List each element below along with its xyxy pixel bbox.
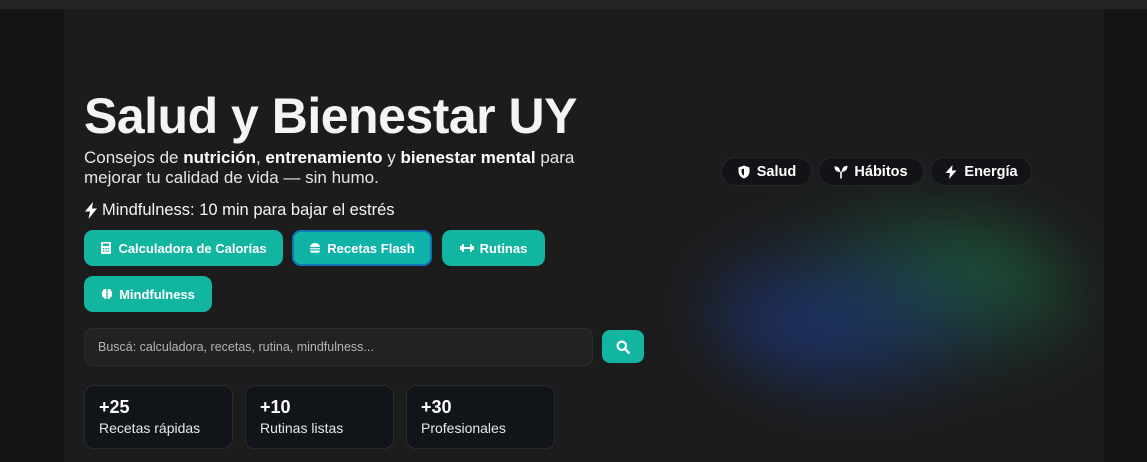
stat-card-professionals: +30 Profesionales [406,385,555,449]
search-button[interactable] [602,330,644,363]
mindfulness-tip: Mindfulness: 10 min para bajar el estrés [84,201,395,220]
stat-card-routines: +10 Rutinas listas [245,385,394,449]
routines-button[interactable]: Rutinas [442,230,545,266]
decorative-glow [704,199,1084,409]
stat-label: Rutinas listas [260,420,344,436]
pill-salud: Salud [721,157,812,186]
left-gutter [0,9,64,462]
bolt-icon [85,202,97,219]
top-bar [0,0,1147,9]
brain-icon [101,289,113,300]
dumbbell-icon [459,244,474,252]
stat-card-recipes: +25 Recetas rápidas [84,385,233,449]
stat-label: Profesionales [421,420,506,436]
stat-label: Recetas rápidas [99,420,201,436]
stat-value: +10 [260,397,291,417]
pill-energia: Energía [930,157,1032,186]
right-gutter [1104,9,1147,462]
tip-text: Mindfulness: 10 min para bajar el estrés [102,201,395,219]
bolt-icon [945,164,957,179]
mindfulness-button[interactable]: Mindfulness [84,276,212,312]
search-input[interactable] [84,328,593,366]
hero-section: Salud y Bienestar UY Consejos de nutrici… [64,9,1104,462]
calculator-icon [101,242,112,254]
sprout-icon [834,165,848,178]
hero-subtitle: Consejos de nutrición, entrenamiento y b… [84,148,575,187]
shield-icon [738,165,750,178]
search-icon [616,340,630,354]
stat-value: +25 [99,397,130,417]
calorie-calculator-button[interactable]: Calculadora de Calorías [84,230,283,266]
stat-value: +30 [421,397,452,417]
page-title: Salud y Bienestar UY [84,88,577,144]
quick-recipes-button[interactable]: Recetas Flash [292,230,432,266]
pill-habitos: Hábitos [818,157,924,186]
burger-icon [310,243,321,253]
